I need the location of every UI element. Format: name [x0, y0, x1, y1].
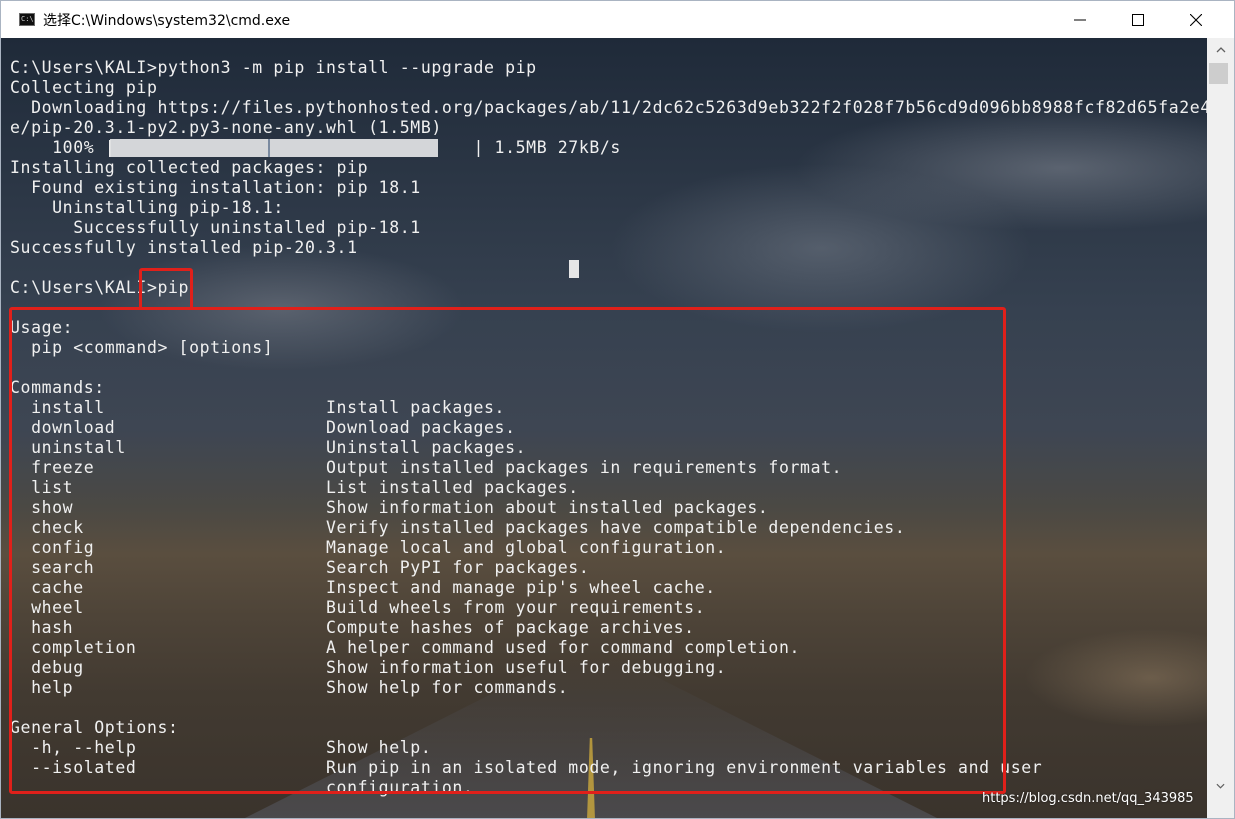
- window-title: 选择C:\Windows\system32\cmd.exe: [43, 13, 291, 29]
- scroll-thumb[interactable]: [1209, 63, 1228, 84]
- close-button[interactable]: [1167, 1, 1225, 38]
- terminal-line: Successfully uninstalled pip-18.1: [10, 218, 421, 237]
- terminal-line: 100% | | 1.5MB 27kB/s: [10, 138, 621, 157]
- console-area[interactable]: C:\Users\KALI>python3 -m pip install --u…: [1, 38, 1207, 818]
- highlight-pip-command: [139, 268, 193, 310]
- watermark-text: https://blog.csdn.net/qq_343985: [982, 791, 1194, 806]
- cmd-window: C:\ 选择C:\Windows\system32\cmd.exe C:\Use…: [0, 0, 1235, 819]
- maximize-icon: [1132, 13, 1144, 26]
- terminal-line: C:\Users\KALI>python3 -m pip install --u…: [10, 58, 537, 77]
- minimize-icon: [1074, 19, 1086, 20]
- text-cursor: [569, 260, 579, 278]
- vertical-scrollbar[interactable]: [1207, 38, 1234, 818]
- minimize-button[interactable]: [1051, 1, 1109, 38]
- terminal-line: e/pip-20.3.1-py2.py3-none-any.whl (1.5MB…: [10, 118, 442, 137]
- terminal-line: Installing collected packages: pip: [10, 158, 369, 177]
- terminal-line: Collecting pip: [10, 78, 158, 97]
- highlight-pip-output: [9, 307, 1006, 794]
- terminal-line: Uninstalling pip-18.1:: [10, 198, 284, 217]
- terminal-line: Downloading https://files.pythonhosted.o…: [10, 98, 1207, 117]
- chevron-up-icon: [1216, 47, 1225, 53]
- cmd-icon[interactable]: C:\: [19, 13, 35, 26]
- title-bar[interactable]: C:\ 选择C:\Windows\system32\cmd.exe: [1, 1, 1234, 38]
- terminal-line: Found existing installation: pip 18.1: [10, 178, 421, 197]
- maximize-button[interactable]: [1109, 1, 1167, 38]
- cmd-icon-label: C:\: [21, 15, 34, 23]
- chevron-down-icon[interactable]: [1216, 780, 1225, 792]
- terminal-line: Successfully installed pip-20.3.1: [10, 238, 358, 257]
- scroll-up-button[interactable]: [1207, 38, 1234, 62]
- close-icon: [1190, 13, 1202, 26]
